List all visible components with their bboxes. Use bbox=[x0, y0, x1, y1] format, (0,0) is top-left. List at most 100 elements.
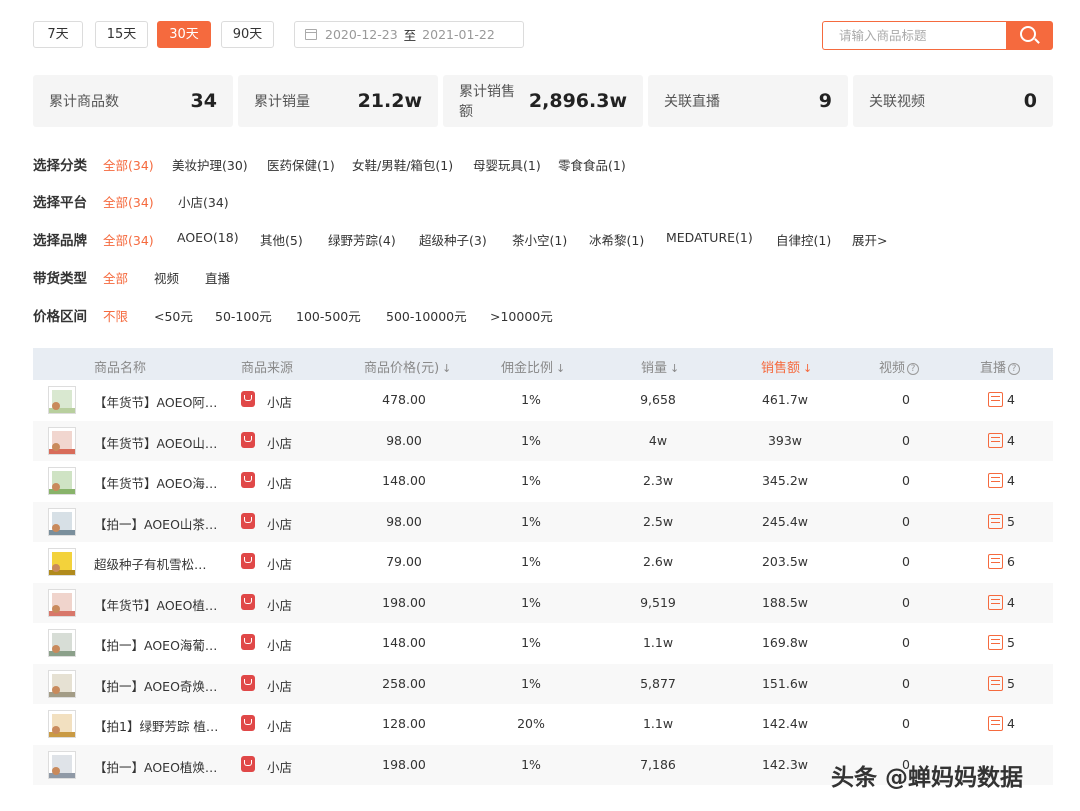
product-thumbnail[interactable] bbox=[48, 669, 76, 698]
filter-option[interactable]: 全部(34) bbox=[103, 192, 154, 211]
table-row[interactable]: 【拍一】AOEO奇焕… 小店 258.00 1% 5,877 151.6w 0 5 bbox=[33, 663, 1053, 704]
table-row[interactable]: 【拍一】AOEO海葡… 小店 148.00 1% 1.1w 169.8w 0 5 bbox=[33, 623, 1053, 664]
product-source: 小店 bbox=[267, 516, 293, 532]
filter-option[interactable]: 母婴玩具(1) bbox=[473, 155, 541, 174]
product-revenue: 203.5w bbox=[761, 554, 808, 569]
range-7-days-button[interactable]: 7天 bbox=[33, 21, 83, 48]
stat-value: 9 bbox=[818, 90, 832, 112]
product-price: 258.00 bbox=[382, 675, 426, 691]
help-icon[interactable]: ? bbox=[907, 363, 920, 375]
filter-option[interactable]: 超级种子(3) bbox=[419, 230, 487, 249]
filter-title: 选择平台 bbox=[33, 195, 87, 211]
filter-option[interactable]: 冰希黎(1) bbox=[589, 230, 644, 249]
filter-option[interactable]: 美妆护理(30) bbox=[172, 155, 248, 174]
product-name-link[interactable]: 【年货节】AOEO植… bbox=[94, 595, 217, 614]
filter-option[interactable]: 自律控(1) bbox=[776, 230, 831, 249]
sort-arrow-icon: ↓ bbox=[670, 362, 680, 375]
product-thumbnail[interactable] bbox=[48, 588, 76, 617]
filter-row-brand: 选择品牌 全部(34) AOEO(18) 其他(5) 绿野芳踪(4) 超级种子(… bbox=[33, 225, 1053, 249]
product-thumbnail[interactable] bbox=[48, 548, 76, 576]
filter-option[interactable]: 女鞋/男鞋/箱包(1) bbox=[352, 155, 453, 174]
range-30-days-button[interactable]: 30天 bbox=[157, 21, 211, 48]
filter-option[interactable]: 茶小空(1) bbox=[512, 230, 567, 249]
product-name-link[interactable]: 【年货节】AOEO山… bbox=[94, 433, 217, 452]
filter-option[interactable]: 小店(34) bbox=[178, 192, 229, 211]
product-thumbnail[interactable] bbox=[48, 507, 76, 536]
date-range-picker[interactable]: 2020-12-23 至 2021-01-22 bbox=[294, 21, 524, 48]
filter-option[interactable]: 其他(5) bbox=[260, 230, 303, 249]
product-thumbnail[interactable] bbox=[48, 426, 76, 455]
table-row[interactable]: 【年货节】AOEO阿… 小店 478.00 1% 9,658 461.7w 0 4 bbox=[33, 380, 1053, 421]
col-header-revenue[interactable]: 销售额 ↓ bbox=[761, 357, 812, 376]
filter-option[interactable]: 全部(34) bbox=[103, 155, 154, 174]
product-live-count[interactable]: 6 bbox=[1007, 554, 1015, 569]
product-thumbnail[interactable] bbox=[48, 710, 76, 738]
table-row[interactable]: 【年货节】AOEO海… 小店 148.00 1% 2.3w 345.2w 0 4 bbox=[33, 461, 1053, 502]
product-name-link[interactable]: 【拍一】AOEO奇焕… bbox=[94, 676, 217, 695]
filter-option[interactable]: 100-500元 bbox=[296, 306, 361, 325]
stat-label: 累计商品数 bbox=[49, 94, 119, 110]
product-name-link[interactable]: 【拍一】AOEO海葡… bbox=[94, 635, 217, 654]
product-source: 小店 bbox=[267, 719, 293, 734]
product-live-count[interactable]: 5 bbox=[1007, 676, 1015, 691]
filter-expand-link[interactable]: 展开> bbox=[852, 230, 887, 249]
product-sales: 9,519 bbox=[640, 594, 676, 610]
search-button[interactable] bbox=[1006, 21, 1053, 50]
table-row[interactable]: 【年货节】AOEO山… 小店 98.00 1% 4w 393w 0 4 bbox=[33, 420, 1053, 461]
product-thumbnail[interactable] bbox=[48, 750, 76, 779]
sort-arrow-icon: ↓ bbox=[803, 362, 813, 375]
filter-option[interactable]: >10000元 bbox=[490, 306, 553, 325]
shop-icon bbox=[241, 715, 255, 731]
filter-option[interactable]: MEDATURE(1) bbox=[666, 230, 753, 245]
table-row[interactable]: 【拍1】绿野芳踪 植… 小店 128.00 20% 1.1w 142.4w 0 4 bbox=[33, 704, 1053, 745]
sort-arrow-icon: ↓ bbox=[556, 362, 566, 375]
product-thumbnail[interactable] bbox=[48, 467, 76, 495]
shop-icon bbox=[241, 391, 255, 407]
col-header-name: 商品名称 bbox=[94, 361, 147, 376]
col-header-price[interactable]: 商品价格(元) ↓ bbox=[364, 357, 451, 376]
filter-option[interactable]: 医药保健(1) bbox=[267, 155, 335, 174]
product-live-count[interactable]: 5 bbox=[1007, 514, 1015, 529]
summary-stats: 累计商品数 34 累计销量 21.2w 累计销售额 2,896.3w 关联直播 … bbox=[33, 75, 1053, 127]
table-row[interactable]: 【年货节】AOEO植… 小店 198.00 1% 9,519 188.5w 0 4 bbox=[33, 582, 1053, 623]
table-row[interactable]: 超级种子有机雪松… 小店 79.00 1% 2.6w 203.5w 0 6 bbox=[33, 542, 1053, 583]
filter-option[interactable]: 50-100元 bbox=[215, 306, 272, 325]
filter-option[interactable]: 全部(34) bbox=[103, 230, 154, 249]
product-name-link[interactable]: 【年货节】AOEO海… bbox=[94, 473, 217, 492]
product-name-link[interactable]: 超级种子有机雪松… bbox=[94, 554, 207, 573]
table-row[interactable]: 【拍一】AOEO山茶… 小店 98.00 1% 2.5w 245.4w 0 5 bbox=[33, 501, 1053, 542]
product-name-link[interactable]: 【拍一】AOEO山茶… bbox=[94, 514, 217, 533]
col-header-commission[interactable]: 佣金比例 ↓ bbox=[501, 357, 565, 376]
range-90-days-button[interactable]: 90天 bbox=[221, 21, 274, 48]
product-live-count[interactable]: 5 bbox=[1007, 635, 1015, 650]
product-live-count[interactable]: 4 bbox=[1007, 595, 1015, 610]
product-source: 小店 bbox=[267, 395, 293, 410]
product-live-count[interactable]: 4 bbox=[1007, 433, 1015, 448]
filter-option[interactable]: 绿野芳踪(4) bbox=[328, 230, 396, 249]
product-thumbnail[interactable] bbox=[48, 629, 76, 657]
product-thumbnail[interactable] bbox=[48, 386, 76, 414]
shop-icon bbox=[241, 634, 255, 650]
product-live-count[interactable]: 4 bbox=[1007, 473, 1015, 488]
product-name-link[interactable]: 【拍一】AOEO植焕… bbox=[94, 757, 217, 776]
product-name-link[interactable]: 【拍1】绿野芳踪 植… bbox=[94, 716, 218, 735]
product-video-count: 0 bbox=[902, 675, 910, 691]
filter-option[interactable]: 不限 bbox=[103, 306, 128, 325]
live-icon bbox=[988, 675, 1003, 691]
search-input[interactable] bbox=[822, 21, 1006, 50]
filter-option[interactable]: 直播 bbox=[205, 268, 230, 287]
product-name-link[interactable]: 【年货节】AOEO阿… bbox=[94, 392, 217, 411]
range-15-days-button[interactable]: 15天 bbox=[95, 21, 148, 48]
filter-option[interactable]: 零食食品(1) bbox=[558, 155, 626, 174]
product-live-count[interactable]: 4 bbox=[1007, 716, 1015, 731]
product-video-count: 0 bbox=[902, 635, 910, 650]
filter-option[interactable]: AOEO(18) bbox=[177, 230, 239, 245]
product-live-count[interactable]: 4 bbox=[1007, 392, 1015, 407]
live-icon bbox=[988, 432, 1003, 448]
filter-option[interactable]: 全部 bbox=[103, 268, 128, 287]
help-icon[interactable]: ? bbox=[1008, 363, 1021, 375]
filter-option[interactable]: 视频 bbox=[154, 268, 179, 287]
filter-option[interactable]: <50元 bbox=[154, 306, 193, 325]
filter-option[interactable]: 500-10000元 bbox=[386, 306, 467, 325]
col-header-sales[interactable]: 销量 ↓ bbox=[641, 357, 679, 376]
